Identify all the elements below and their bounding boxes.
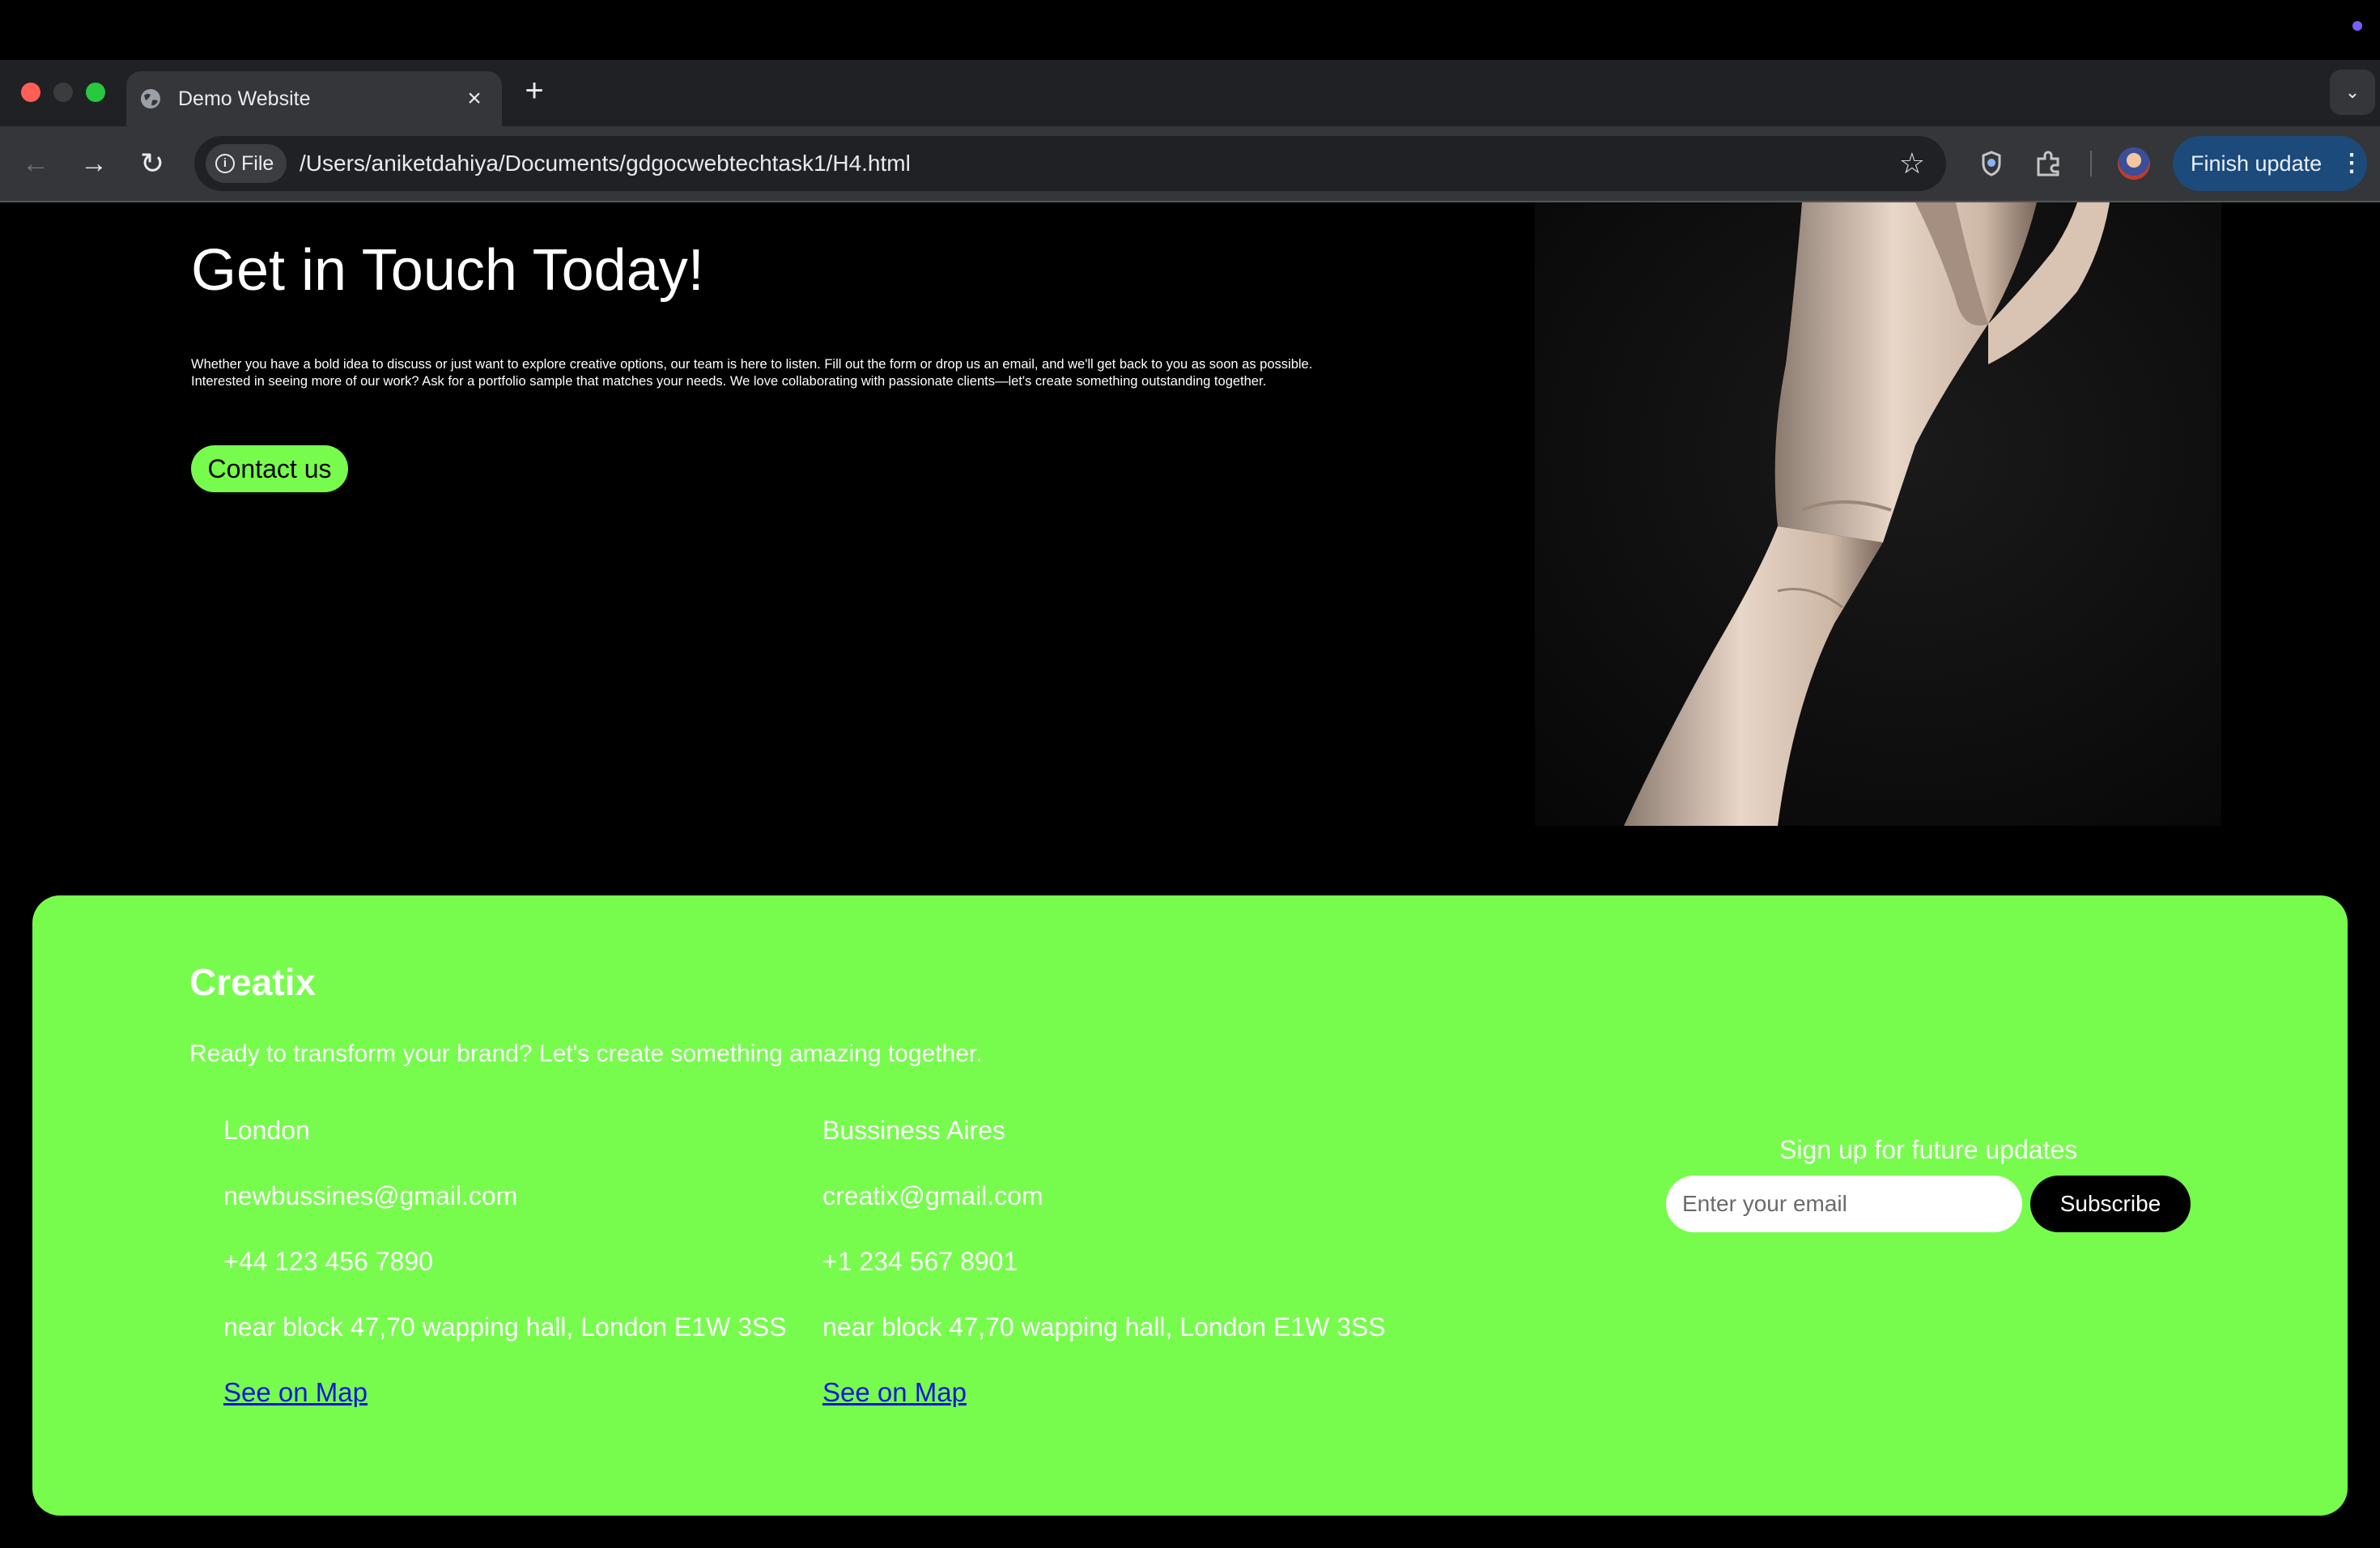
office-city: Bussiness Aires [822, 1116, 1005, 1145]
url-text[interactable]: /Users/aniketdahiya/Documents/gdgocwebte… [300, 149, 911, 178]
contact-us-button[interactable]: Contact us [191, 445, 348, 492]
office-address: near block 47,70 wapping hall, London E1… [822, 1312, 1386, 1342]
bookmark-star-icon[interactable]: ☆ [1899, 146, 1925, 181]
tab-search-dropdown-icon[interactable]: ⌄ [2330, 70, 2375, 115]
browser-toolbar: ← → ↻ i File /Users/aniketdahiya/Documen… [0, 126, 2380, 202]
window-minimize-button[interactable] [53, 83, 73, 102]
info-icon: i [215, 154, 235, 173]
hero-title: Get in Touch Today! [191, 238, 704, 303]
footer-brand: Creatix [189, 961, 316, 1003]
globe-icon [141, 89, 160, 108]
footer-tagline: Ready to transform your brand? Let's cre… [189, 1040, 983, 1067]
extensions-puzzle-icon[interactable] [2027, 142, 2069, 185]
profile-avatar[interactable] [2118, 147, 2150, 180]
site-info-chip[interactable]: i File [206, 144, 287, 183]
tab-close-icon[interactable]: × [458, 83, 491, 115]
site-info-label: File [241, 152, 274, 175]
toolbar-separator [2090, 151, 2092, 176]
new-tab-icon[interactable]: + [518, 74, 550, 107]
office-email: newbussines@gmail.com [223, 1181, 518, 1210]
tab-title: Demo Website [178, 87, 311, 110]
shield-extension-icon[interactable] [1970, 142, 2012, 185]
finish-update-label: Finish update [2191, 151, 2323, 176]
office-email: creatix@gmail.com [822, 1181, 1043, 1210]
finish-update-button[interactable]: Finish update ⋮ [2173, 136, 2367, 191]
window-close-button[interactable] [21, 83, 40, 102]
browser-tab[interactable]: Demo Website × [126, 71, 502, 126]
office-phone: +44 123 456 7890 [223, 1247, 433, 1276]
os-menu-bar [0, 0, 2380, 60]
hero-description: Whether you have a bold idea to discuss … [191, 357, 1313, 389]
office-phone: +1 234 567 8901 [822, 1247, 1018, 1276]
email-field[interactable] [1666, 1176, 2022, 1232]
address-bar[interactable]: i File /Users/aniketdahiya/Documents/gdg… [194, 136, 1946, 191]
footer: Creatix Ready to transform your brand? L… [32, 895, 2348, 1516]
office-city: London [223, 1116, 310, 1145]
window-zoom-button[interactable] [86, 83, 105, 102]
forward-arrow-icon[interactable]: → [74, 144, 113, 183]
office-address: near block 47,70 wapping hall, London E1… [223, 1312, 787, 1342]
hand-photo [1535, 202, 2221, 826]
subscribe-button[interactable]: Subscribe [2030, 1176, 2191, 1232]
reload-icon[interactable]: ↻ [133, 144, 172, 183]
page-viewport: Get in Touch Today! Whether you have a b… [0, 202, 2380, 1548]
more-menu-icon[interactable]: ⋮ [2340, 147, 2364, 180]
status-dot-icon [2352, 21, 2362, 31]
see-on-map-link[interactable]: See on Map [223, 1376, 368, 1409]
see-on-map-link[interactable]: See on Map [822, 1376, 967, 1409]
signup-label: Sign up for future updates [1779, 1135, 2078, 1164]
back-arrow-icon[interactable]: ← [16, 144, 55, 183]
